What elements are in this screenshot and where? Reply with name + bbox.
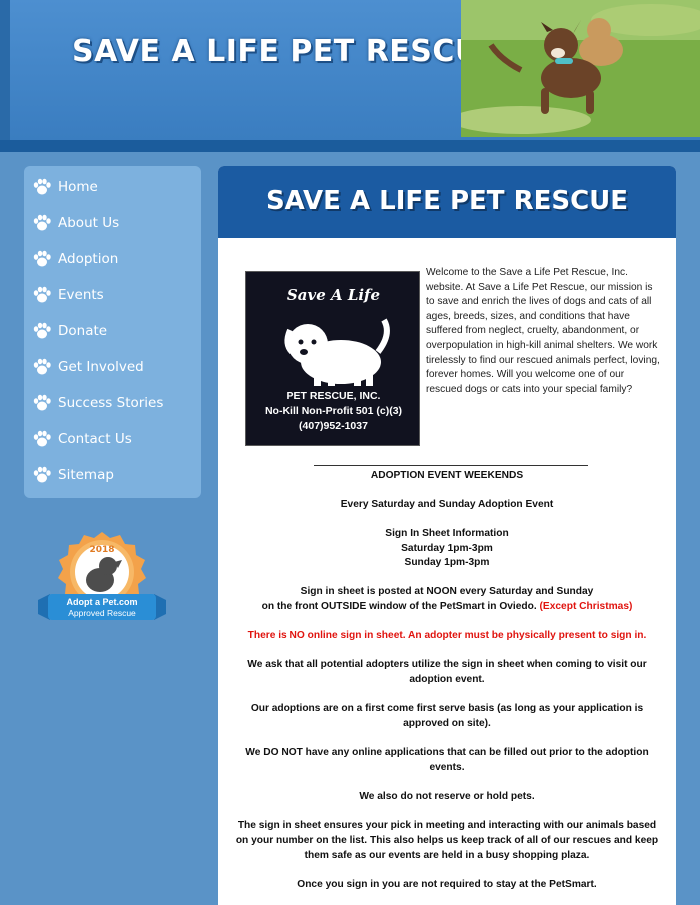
nav-label: Home: [58, 179, 98, 195]
no-online-signin-warning: There is NO online sign in sheet. An ado…: [247, 630, 647, 641]
adopt-a-pet-badge[interactable]: 2018 Adopt a Pet.com Approved Rescue: [38, 530, 166, 642]
approved-rescue-seal-icon: 2018 Adopt a Pet.com Approved Rescue: [38, 532, 166, 620]
nav-label: Success Stories: [58, 395, 164, 411]
paw-icon: [33, 286, 51, 303]
nav-item-adoption[interactable]: Adoption: [32, 244, 192, 274]
page-title: SAVE A LIFE PET RESCUE: [265, 186, 629, 216]
logo-org-name: PET RESCUE, INC.: [286, 390, 381, 402]
nav-item-events[interactable]: Events: [32, 280, 192, 310]
events-heading: ADOPTION EVENT WEEKENDS: [370, 470, 524, 481]
content-header: SAVE A LIFE PET RESCUE: [218, 166, 676, 238]
signin-heading: Sign In Sheet Information: [385, 528, 509, 539]
nav-label: Adoption: [58, 251, 119, 267]
first-come-line-1: Our adoptions are on a first come first …: [250, 703, 644, 714]
nav-item-get-involved[interactable]: Get Involved: [32, 352, 192, 382]
site-header: SAVE A LIFE PET RESCUE: [0, 0, 700, 152]
header-dog-photo: [461, 0, 700, 137]
except-christmas-note: (Except Christmas): [539, 601, 633, 612]
nav-item-home[interactable]: Home: [32, 172, 192, 202]
logo-phone: (407)952-1037: [299, 420, 368, 432]
sunday-hours: Sunday 1pm-3pm: [404, 557, 490, 568]
once-signed-in-text: Once you sign in you are not required to…: [297, 879, 597, 890]
posted-line-2: on the front OUTSIDE window of the PetSm…: [226, 600, 668, 615]
posted-text: on the front OUTSIDE window of the PetSm…: [261, 601, 537, 612]
every-weekend-text: Every Saturday and Sunday Adoption Event: [340, 499, 554, 510]
nav-label: Get Involved: [58, 359, 144, 375]
ask-line-2: adoption event.: [409, 674, 485, 685]
dog-photo-illustration: [461, 0, 700, 137]
section-divider: [314, 465, 588, 466]
paw-icon: [33, 394, 51, 411]
sidebar-nav: Home About Us Adoption Events Donate Get…: [24, 166, 201, 498]
rescue-logo: Save A Life PET RESCUE, INC. No-Kill Non…: [245, 271, 420, 446]
no-applications-line-1: We DO NOT have any online applications t…: [245, 747, 649, 758]
no-reserve-text: We also do not reserve or hold pets.: [359, 791, 535, 802]
paw-icon: [33, 466, 51, 483]
svg-text:Approved Rescue: Approved Rescue: [68, 608, 136, 618]
nav-item-sitemap[interactable]: Sitemap: [32, 460, 192, 490]
nav-item-contact-us[interactable]: Contact Us: [32, 424, 192, 454]
nav-label: Contact Us: [58, 431, 132, 447]
svg-text:Adopt a Pet.com: Adopt a Pet.com: [66, 597, 137, 607]
site-title: SAVE A LIFE PET RESCUE: [72, 34, 501, 69]
saturday-hours: Saturday 1pm-3pm: [401, 543, 493, 554]
nav-label: About Us: [58, 215, 120, 231]
ensures-line-1: The sign in sheet ensures your pick in m…: [237, 820, 657, 831]
nav-item-success-stories[interactable]: Success Stories: [32, 388, 192, 418]
intro-paragraph: Welcome to the Save a Life Pet Rescue, I…: [426, 267, 660, 395]
ask-line-1: We ask that all potential adopters utili…: [247, 659, 647, 670]
paw-icon: [33, 430, 51, 447]
first-come-line-2: approved on site).: [403, 718, 491, 729]
ensures-line-2: on your number on the list. This also he…: [235, 835, 659, 846]
nav-item-about-us[interactable]: About Us: [32, 208, 192, 238]
nav-label: Events: [58, 287, 104, 303]
paw-icon: [33, 178, 51, 195]
no-applications-line-2: events.: [429, 762, 465, 773]
paw-icon: [33, 358, 51, 375]
main-content: SAVE A LIFE PET RESCUE Save A Life PET R…: [218, 166, 676, 905]
nav-item-donate[interactable]: Donate: [32, 316, 192, 346]
posted-line-1: Sign in sheet is posted at NOON every Sa…: [300, 586, 594, 597]
header-band: [0, 140, 700, 152]
paw-icon: [33, 322, 51, 339]
nav-label: Sitemap: [58, 467, 114, 483]
ensures-line-3: them safe as our events are held in a bu…: [304, 850, 590, 861]
paw-icon: [33, 250, 51, 267]
logo-nonprofit: No-Kill Non-Profit 501 (c)(3): [264, 405, 403, 417]
svg-text:2018: 2018: [89, 545, 114, 555]
header-stripe: [0, 0, 10, 140]
nav-label: Donate: [58, 323, 108, 339]
paw-icon: [33, 214, 51, 231]
